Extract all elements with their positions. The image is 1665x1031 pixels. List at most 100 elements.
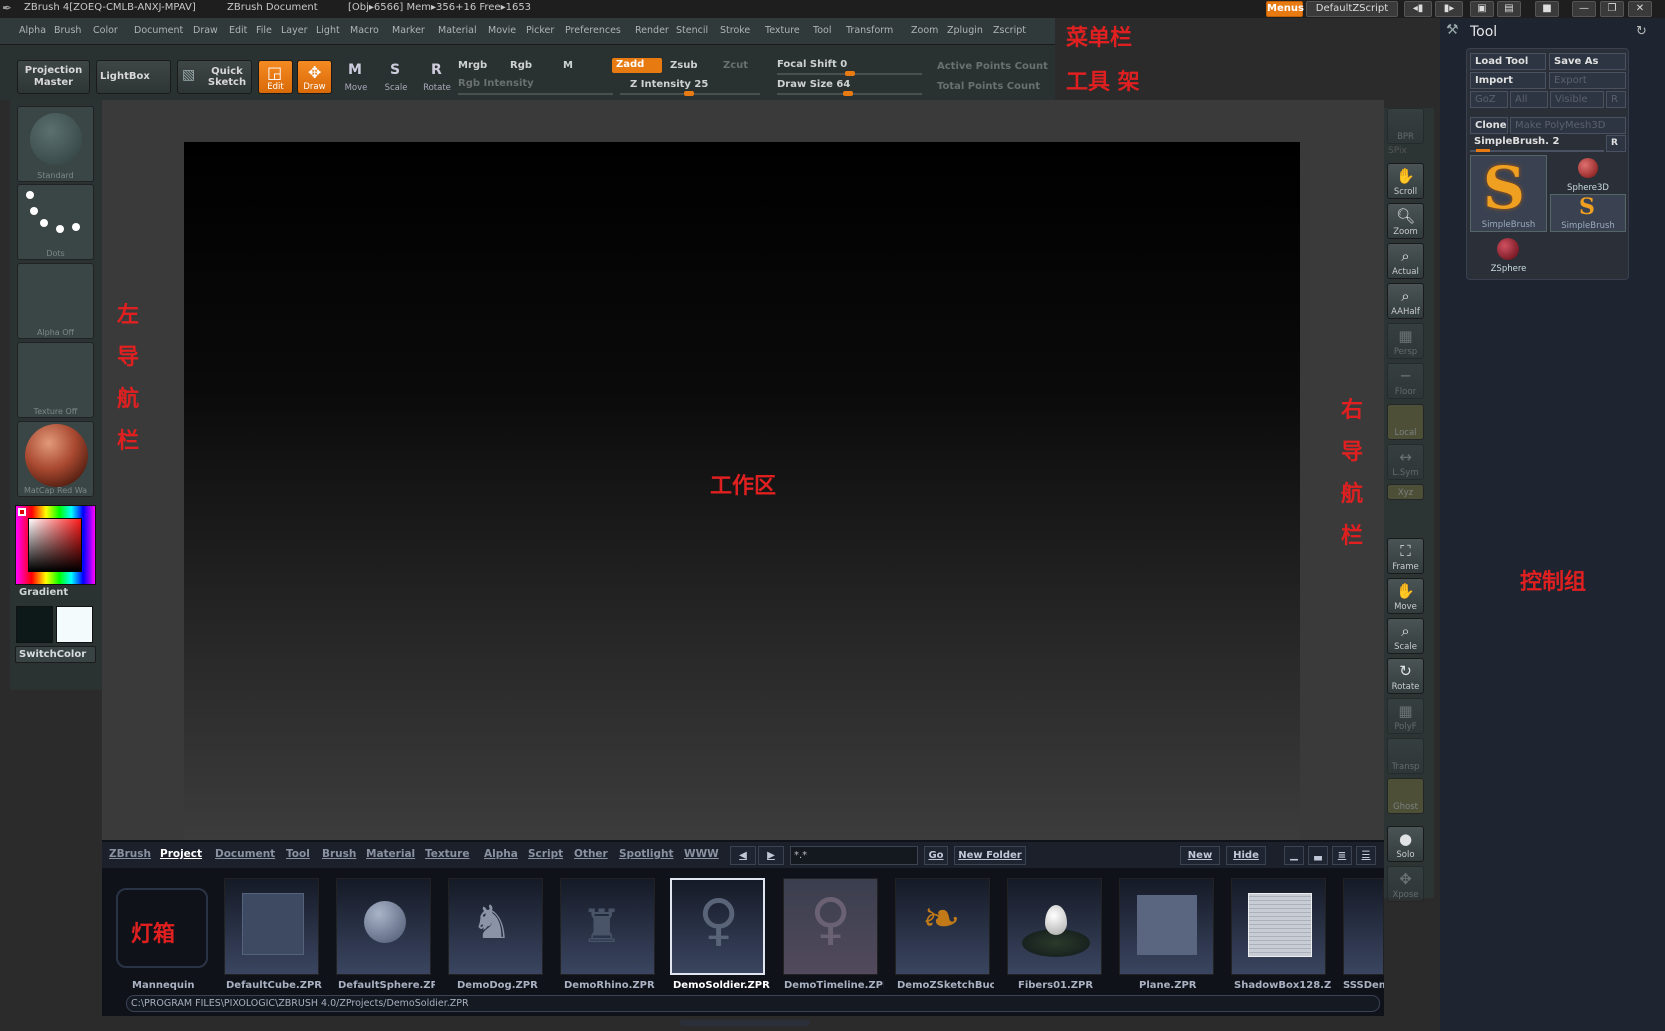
menu-draw[interactable]: Draw [193,25,218,36]
lb-tab-alpha[interactable]: Alpha [484,848,518,860]
local-button[interactable]: Local [1387,404,1424,440]
all-button[interactable]: All [1510,91,1548,108]
goz-button[interactable]: GoZ [1470,91,1508,108]
tool-r-button[interactable]: R [1606,135,1626,152]
menu-marker[interactable]: Marker [392,25,425,36]
refresh-icon[interactable]: ↻ [1636,24,1647,39]
rgb-button[interactable]: Rgb [510,60,532,71]
menu-zplugin[interactable]: Zplugin [947,25,983,36]
layout-alt-icon[interactable]: ▤ [1497,1,1521,17]
color-square[interactable] [28,518,82,572]
current-tool-slider[interactable]: SimpleBrush. 2 [1470,135,1604,152]
primary-color-swatch[interactable] [56,606,93,643]
lb-view-list-icon[interactable]: ≡ [1332,846,1352,865]
stroke-selector[interactable]: Dots [17,184,94,260]
default-zscript-button[interactable]: DefaultZScript [1306,1,1398,17]
lb-item-demosoldier[interactable]: ♀ [670,878,765,975]
lb-tab-project[interactable]: Project [160,848,202,860]
lb-prev-icon[interactable]: ◀ [730,846,756,865]
scale-button[interactable]: S Scale [378,60,414,94]
menu-document[interactable]: Document [134,25,183,36]
focal-shift-knob[interactable] [845,71,855,76]
make-polymesh-button[interactable]: Make PolyMesh3D [1510,117,1626,134]
menu-stroke[interactable]: Stroke [720,25,750,36]
clone-button[interactable]: Clone [1470,117,1508,134]
lb-next-icon[interactable]: ▶ [758,846,784,865]
minimize-icon[interactable]: — [1572,1,1596,17]
texture-selector[interactable]: Texture Off [17,342,94,418]
m-button[interactable]: M [563,60,573,71]
lb-tab-script[interactable]: Script [528,848,563,860]
menu-stencil[interactable]: Stencil [676,25,708,36]
secondary-color-swatch[interactable] [16,606,53,643]
restore-icon[interactable]: ❐ [1600,1,1624,17]
menu-macro[interactable]: Macro [350,25,379,36]
lb-new-button[interactable]: New [1180,846,1220,865]
switch-color-button[interactable]: SwitchColor [15,646,96,663]
polyf-button[interactable]: ▦ PolyF [1387,698,1424,734]
tool-palette-title[interactable]: Tool [1470,24,1497,40]
z-intensity-knob[interactable] [684,91,694,96]
mrgb-button[interactable]: Mrgb [458,60,487,71]
menu-movie[interactable]: Movie [488,25,516,36]
menu-material[interactable]: Material [438,25,477,36]
menu-transform[interactable]: Transform [846,25,893,36]
projection-master-button[interactable]: Projection Master [17,60,90,94]
menu-preferences[interactable]: Preferences [565,25,621,36]
menus-button[interactable]: Menus [1266,1,1304,17]
alpha-selector[interactable]: Alpha Off [17,263,94,339]
lb-tab-tool[interactable]: Tool [286,848,310,860]
menu-layer[interactable]: Layer [281,25,308,36]
lb-tab-document[interactable]: Document [215,848,275,860]
lb-item-defaultcube[interactable] [224,878,319,975]
zcut-button[interactable]: Zcut [723,60,748,71]
lb-item-demodog[interactable]: ♞ [448,878,543,975]
ghost-button[interactable]: Ghost [1387,778,1424,814]
lb-tab-zbrush[interactable]: ZBrush [109,848,151,860]
lb-tab-other[interactable]: Other [574,848,608,860]
lb-new-folder-button[interactable]: New Folder [954,846,1026,865]
lightbox-path-field[interactable]: C:\PROGRAM FILES\PIXOLOGIC\ZBRUSH 4.0/ZP… [126,995,1380,1012]
close-icon[interactable]: ✕ [1628,1,1652,17]
menu-render[interactable]: Render [635,25,669,36]
tool-thumb-simplebrush-small[interactable]: S SimpleBrush [1550,194,1626,232]
menu-file[interactable]: File [256,25,272,36]
actual-button[interactable]: ⌕ Actual [1387,243,1424,279]
spix-label[interactable]: SPix [1388,146,1407,156]
shrink-ui-icon[interactable]: ◂▮ [1404,1,1432,17]
menu-light[interactable]: Light [316,25,340,36]
lb-item-shadowbox[interactable] [1231,878,1326,975]
gradient-label[interactable]: Gradient [19,587,68,598]
menu-picker[interactable]: Picker [526,25,554,36]
tool-thumb-sphere3d[interactable]: Sphere3D [1550,155,1626,193]
lb-hide-button[interactable]: Hide [1226,846,1266,865]
expand-ui-icon[interactable]: ▮▸ [1435,1,1463,17]
tool-thumb-simplebrush-large[interactable]: S SimpleBrush [1470,154,1547,232]
bpr-button[interactable]: BPR [1387,108,1424,144]
zoom-button[interactable]: 🔍︎ Zoom [1387,203,1424,239]
lb-tab-material[interactable]: Material [366,848,415,860]
scroll-button[interactable]: ✋ Scroll [1387,163,1424,199]
transp-button[interactable]: Transp [1387,738,1424,774]
menu-edit[interactable]: Edit [229,25,247,36]
lightbox-button[interactable]: LightBox [96,60,171,94]
tool-thumb-zsphere[interactable]: ZSphere [1470,234,1547,274]
load-tool-button[interactable]: Load Tool [1470,53,1546,70]
lb-tab-brush[interactable]: Brush [322,848,356,860]
menu-alpha[interactable]: Alpha [19,25,46,36]
draw-size-knob[interactable] [843,91,853,96]
menu-brush[interactable]: Brush [54,25,81,36]
xpose-button[interactable]: ✥ Xpose [1387,866,1424,902]
lb-item-demozsketch[interactable]: ❧ [895,878,990,975]
edit-button[interactable]: ◲ Edit [258,60,293,94]
lb-tab-texture[interactable]: Texture [425,848,469,860]
lb-view-medium-icon[interactable]: ▃ [1308,846,1328,865]
xyz-button[interactable]: Xyz [1387,484,1424,500]
lb-item-plane[interactable] [1119,878,1214,975]
lb-item-demorhino[interactable]: ♜ [560,878,655,975]
lb-tab-spotlight[interactable]: Spotlight [619,848,674,860]
lb-filter-input[interactable]: *.* [790,846,918,865]
zadd-button[interactable]: Zadd [612,58,662,73]
lb-item-demotimeline[interactable]: ♀ [783,878,878,975]
solo-button[interactable]: ● Solo [1387,826,1424,862]
